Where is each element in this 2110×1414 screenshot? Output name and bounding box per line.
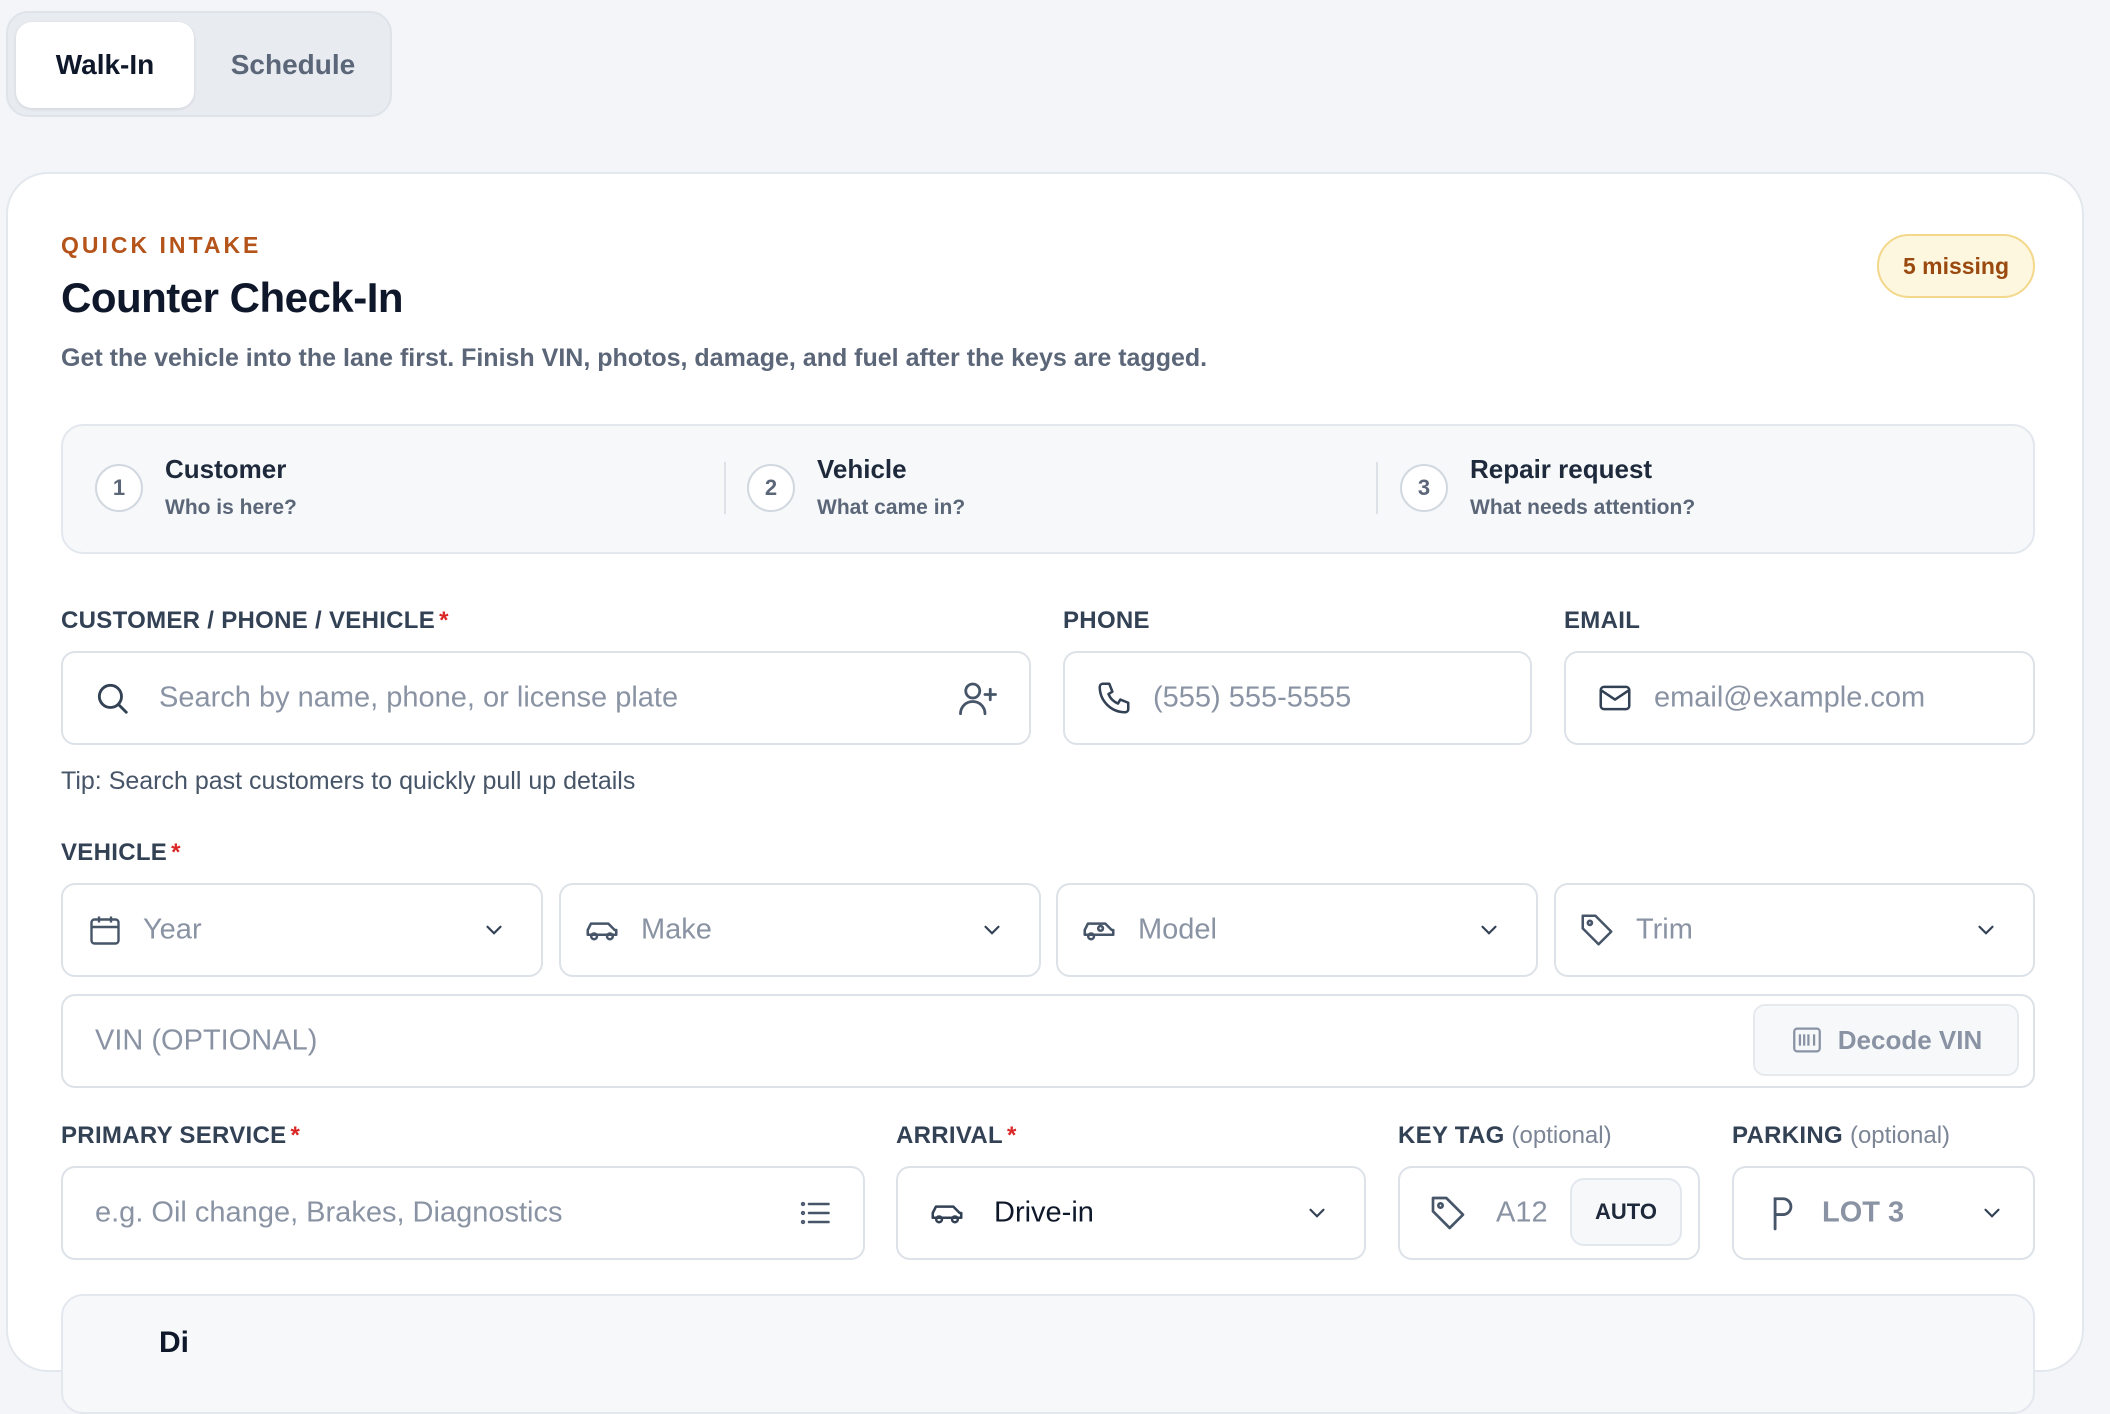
parking-label: PARKING (optional) <box>1732 1122 1951 1149</box>
chevron-down-icon <box>1304 1200 1330 1226</box>
phone-field[interactable]: (555) 555-5555 <box>1063 651 1532 745</box>
section-eyebrow: QUICK INTAKE <box>61 232 262 258</box>
phone-placeholder: (555) 555-5555 <box>1153 681 1352 714</box>
mail-icon <box>1596 679 1634 717</box>
next-section-panel: Di <box>61 1294 2035 1414</box>
chevron-down-icon <box>481 917 507 943</box>
progress-stepper: 1 Customer Who is here? 2 Vehicle What c… <box>61 424 2035 554</box>
parking-icon <box>1766 1194 1800 1232</box>
car-icon <box>928 1194 966 1232</box>
missing-count-badge: 5 missing <box>1877 234 2035 298</box>
page-title: Counter Check-In <box>61 274 404 321</box>
barcode-icon <box>1790 1023 1824 1057</box>
arrival-value: Drive-in <box>994 1196 1094 1229</box>
year-placeholder: Year <box>143 913 202 946</box>
step-subtitle: What came in? <box>817 496 966 519</box>
step-number: 2 <box>747 464 795 512</box>
key-tag-label: KEY TAG (optional) <box>1398 1122 1612 1149</box>
step-title: Vehicle <box>817 454 907 484</box>
key-tag-field[interactable]: A12 AUTO <box>1398 1166 1700 1260</box>
step-subtitle: What needs attention? <box>1470 496 1696 519</box>
model-placeholder: Model <box>1138 913 1217 946</box>
list-icon[interactable] <box>797 1195 833 1231</box>
year-select[interactable]: Year <box>61 883 543 977</box>
decode-vin-label: Decode VIN <box>1837 1024 1983 1055</box>
tag-icon <box>1578 911 1616 949</box>
customer-search-input[interactable]: Search by name, phone, or license plate <box>61 651 1031 745</box>
phone-icon <box>1095 679 1133 717</box>
search-tip: Tip: Search past customers to quickly pu… <box>61 767 636 795</box>
vehicle-label: VEHICLE * <box>61 839 181 866</box>
model-select[interactable]: Model <box>1056 883 1538 977</box>
step-vehicle[interactable]: 2 Vehicle What came in? <box>715 426 1365 552</box>
next-section-title: Di <box>159 1326 189 1359</box>
email-placeholder: email@example.com <box>1654 681 1926 714</box>
step-number: 3 <box>1400 464 1448 512</box>
vin-placeholder: VIN (OPTIONAL) <box>95 1024 318 1057</box>
vin-input[interactable]: VIN (OPTIONAL) Decode VIN <box>61 994 2035 1088</box>
tag-icon <box>1428 1193 1468 1233</box>
page-subtitle: Get the vehicle into the lane first. Fin… <box>61 344 1208 372</box>
phone-label: PHONE <box>1063 607 1150 634</box>
step-number: 1 <box>95 464 143 512</box>
trim-select[interactable]: Trim <box>1554 883 2035 977</box>
customer-search-label: CUSTOMER / PHONE / VEHICLE * <box>61 607 449 634</box>
calendar-icon <box>87 912 123 948</box>
auto-assign-button[interactable]: AUTO <box>1570 1178 1682 1246</box>
email-field[interactable]: email@example.com <box>1564 651 2035 745</box>
mode-switch: Walk-In Schedule <box>6 11 392 117</box>
key-tag-value: A12 <box>1496 1196 1548 1229</box>
car-icon <box>583 911 621 949</box>
parking-value: LOT 3 <box>1822 1196 1905 1229</box>
decode-vin-button[interactable]: Decode VIN <box>1753 1004 2019 1076</box>
step-customer[interactable]: 1 Customer Who is here? <box>63 426 713 552</box>
chevron-down-icon <box>979 917 1005 943</box>
step-repair-request[interactable]: 3 Repair request What needs attention? <box>1368 426 2028 552</box>
step-title: Repair request <box>1470 454 1653 484</box>
make-placeholder: Make <box>641 913 712 946</box>
arrival-label: ARRIVAL * <box>896 1122 1017 1149</box>
chevron-down-icon <box>1979 1200 2005 1226</box>
tab-schedule[interactable]: Schedule <box>200 22 386 108</box>
parking-select[interactable]: LOT 3 <box>1732 1166 2035 1260</box>
search-icon <box>93 679 131 717</box>
email-label: EMAIL <box>1564 607 1641 634</box>
step-subtitle: Who is here? <box>165 496 297 519</box>
chevron-down-icon <box>1973 917 1999 943</box>
step-title: Customer <box>165 454 287 484</box>
arrival-select[interactable]: Drive-in <box>896 1166 1366 1260</box>
car-key-icon <box>1080 911 1118 949</box>
check-in-card: QUICK INTAKE Counter Check-In Get the ve… <box>6 172 2084 1414</box>
chevron-down-icon <box>1476 917 1502 943</box>
customer-search-placeholder: Search by name, phone, or license plate <box>159 681 679 714</box>
primary-service-label: PRIMARY SERVICE * <box>61 1122 301 1149</box>
trim-placeholder: Trim <box>1636 913 1693 946</box>
tab-walk-in[interactable]: Walk-In <box>16 22 194 108</box>
primary-service-input[interactable]: e.g. Oil change, Brakes, Diagnostics <box>61 1166 865 1260</box>
make-select[interactable]: Make <box>559 883 1041 977</box>
add-customer-icon[interactable] <box>957 677 999 719</box>
primary-service-placeholder: e.g. Oil change, Brakes, Diagnostics <box>95 1196 563 1229</box>
